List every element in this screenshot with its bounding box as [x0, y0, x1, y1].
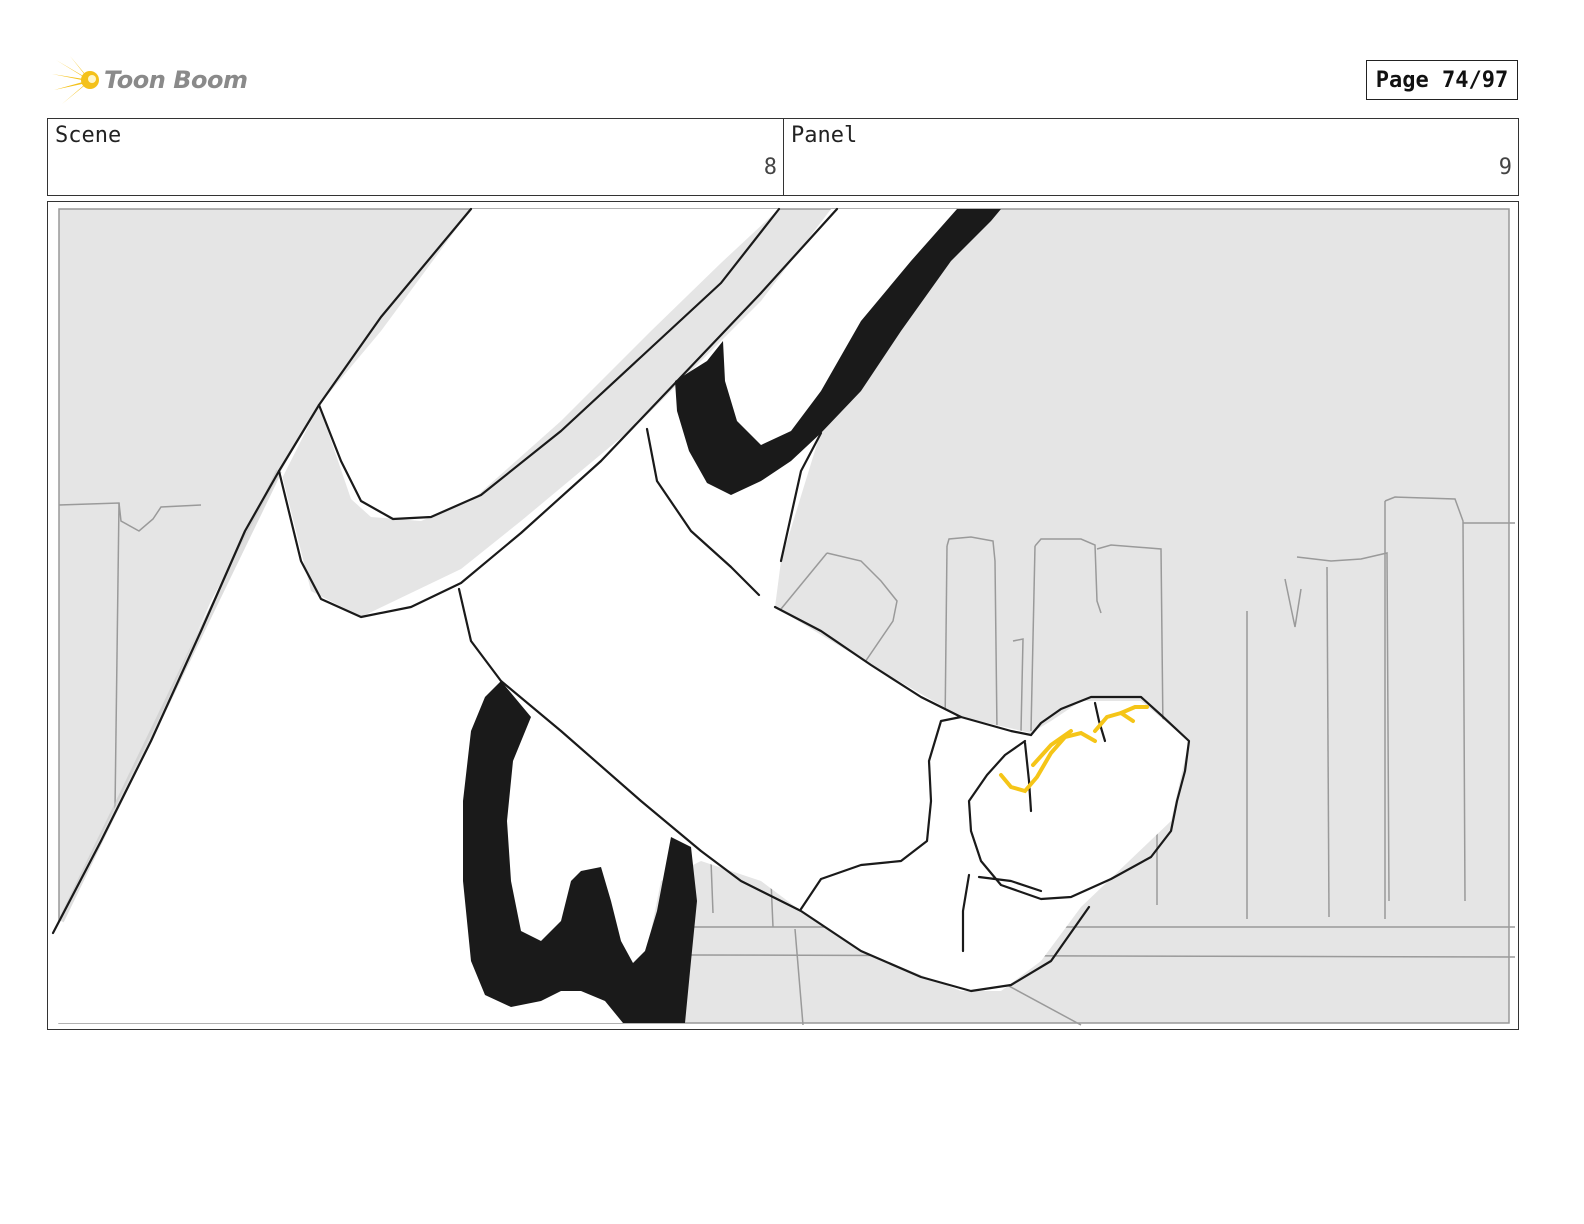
logo-text: Toon Boom	[104, 66, 248, 94]
storyboard-frame	[47, 201, 1519, 1030]
starburst-icon	[52, 56, 99, 104]
panel-label: Panel	[791, 123, 858, 148]
scene-number: 8	[763, 155, 777, 180]
scene-panel-info: Scene 8 Panel 9	[47, 118, 1519, 196]
panel-number: 9	[1498, 155, 1512, 180]
panel-sketch	[51, 207, 1516, 1026]
panel-cell: Panel 9	[784, 119, 1518, 195]
scene-label: Scene	[55, 123, 122, 148]
page-counter: Page 74/97	[1366, 60, 1518, 100]
scene-cell: Scene 8	[48, 119, 784, 195]
